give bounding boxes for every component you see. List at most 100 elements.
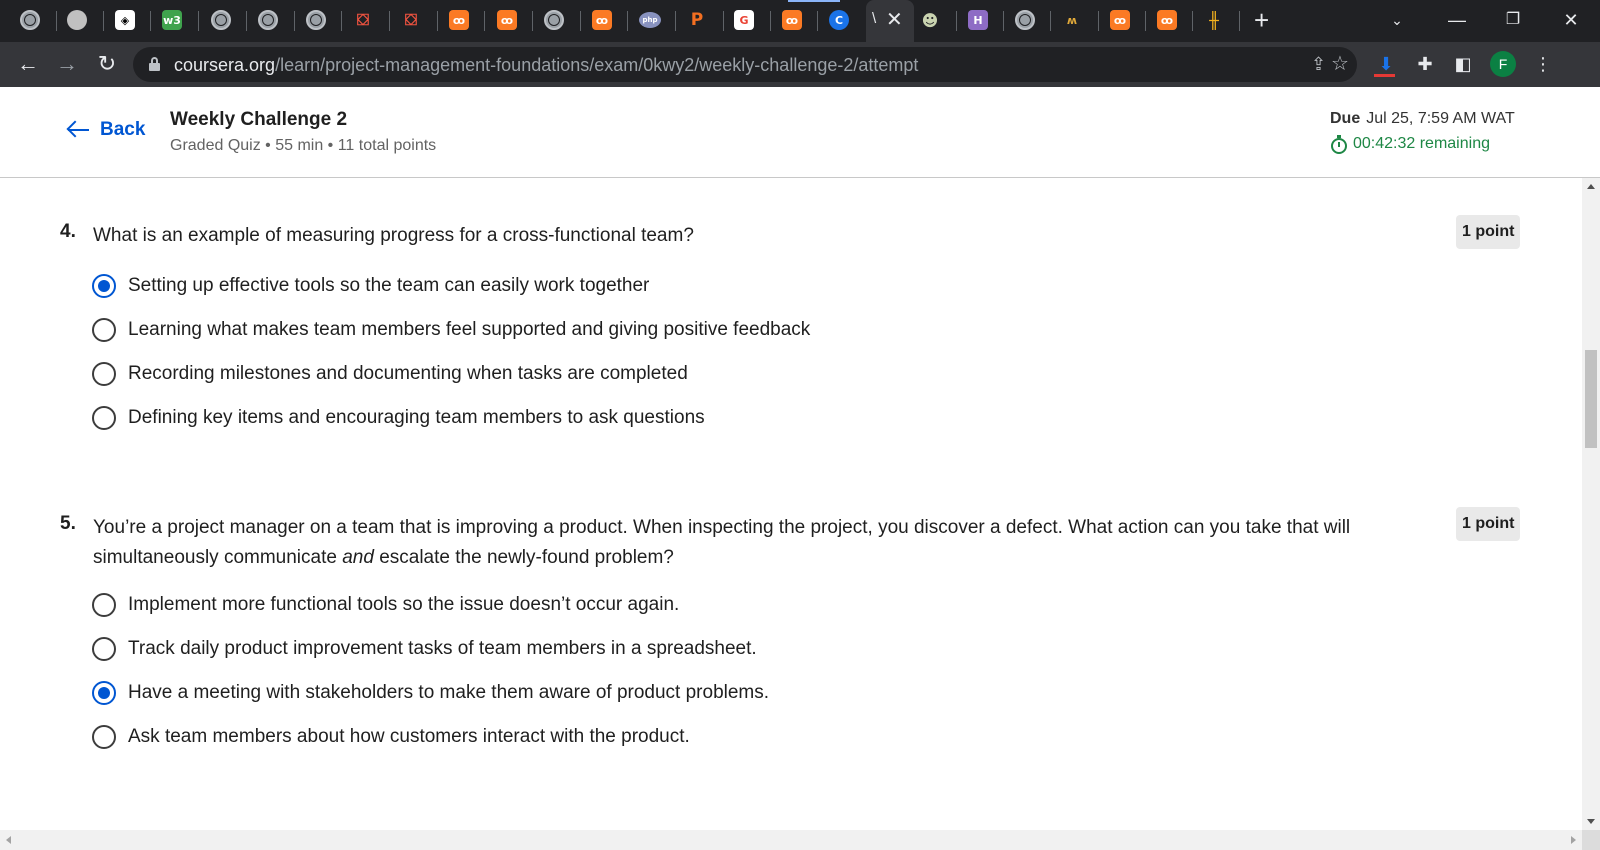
tab-globe-3[interactable]: [255, 7, 281, 33]
tab-globe-4[interactable]: [303, 7, 329, 33]
points-badge: 1 point: [1456, 507, 1521, 541]
tab-search-chevron-icon[interactable]: ⌄: [1382, 6, 1412, 34]
profile-avatar[interactable]: F: [1490, 51, 1516, 77]
google-icon: G: [734, 10, 754, 30]
tab-laravel-2[interactable]: ⛋: [398, 7, 424, 33]
tab-google[interactable]: G: [731, 7, 757, 33]
tab-globe[interactable]: [17, 7, 43, 33]
active-tab-label: \: [872, 10, 877, 27]
radio-button[interactable]: [92, 362, 116, 386]
tab-xampp-3[interactable]: ꝏ: [589, 7, 615, 33]
radio-button[interactable]: [92, 637, 116, 661]
tab-w3schools[interactable]: w3: [159, 7, 185, 33]
question-text: You’re a project manager on a team that …: [93, 517, 1351, 568]
tab-moon[interactable]: [64, 7, 90, 33]
address-bar[interactable]: coursera.org/learn/project-management-fo…: [133, 47, 1357, 82]
bookmark-star-icon[interactable]: ☆: [1331, 53, 1349, 75]
forward-arrow-icon[interactable]: →: [53, 51, 81, 77]
arrow-left-icon: [66, 118, 90, 142]
globe-icon: [258, 10, 278, 30]
back-button[interactable]: Back: [66, 118, 145, 142]
php-icon: php: [639, 12, 661, 28]
answer-option[interactable]: Defining key items and encouraging team …: [92, 406, 705, 430]
extensions-puzzle-icon[interactable]: ✚: [1412, 52, 1438, 76]
radio-button[interactable]: [92, 406, 116, 430]
radio-button[interactable]: [92, 681, 116, 705]
tab-chart[interactable]: ╫: [1201, 7, 1227, 33]
xampp-icon: ꝏ: [1110, 10, 1130, 30]
coursera-icon: C: [829, 10, 849, 30]
quiz-header: Back Weekly Challenge 2 Graded Quiz • 55…: [0, 87, 1600, 178]
radio-button[interactable]: [92, 725, 116, 749]
scroll-right-icon[interactable]: [1571, 836, 1576, 844]
tab-loading-indicator: [788, 0, 840, 2]
xampp-icon: ꝏ: [592, 10, 612, 30]
laravel-icon: ⛋: [356, 10, 370, 29]
question-number: 5.: [60, 513, 76, 534]
tab-xampp-4[interactable]: ꝏ: [779, 7, 805, 33]
tab-nodeapp[interactable]: ʍ: [1059, 7, 1085, 33]
answer-option[interactable]: Recording milestones and documenting whe…: [92, 362, 688, 386]
robot-icon: ☻: [921, 10, 939, 30]
tab-codepen[interactable]: ◈: [112, 7, 138, 33]
answer-option[interactable]: Learning what makes team members feel su…: [92, 318, 810, 342]
tab-xampp-2[interactable]: ꝏ: [494, 7, 520, 33]
tab-laravel[interactable]: ⛋: [350, 7, 376, 33]
answer-option[interactable]: Track daily product improvement tasks of…: [92, 637, 757, 661]
option-label: Have a meeting with stakeholders to make…: [128, 682, 770, 703]
scrollbar-thumb[interactable]: [1585, 350, 1597, 448]
horizontal-scrollbar[interactable]: [0, 830, 1582, 850]
globe-icon: [20, 10, 40, 30]
xampp-icon: ꝏ: [1157, 10, 1177, 30]
due-label: Due: [1330, 110, 1361, 127]
url-text[interactable]: coursera.org/learn/project-management-fo…: [174, 55, 918, 76]
radio-button[interactable]: [92, 593, 116, 617]
tab-xampp[interactable]: ꝏ: [446, 7, 472, 33]
tab-globe-6[interactable]: [1012, 7, 1038, 33]
nodeapp-icon: ʍ: [1066, 13, 1078, 27]
minimize-icon[interactable]: —: [1442, 6, 1472, 34]
share-icon[interactable]: ⇪: [1311, 53, 1326, 75]
radio-button[interactable]: [92, 318, 116, 342]
tab-globe-2[interactable]: [208, 7, 234, 33]
tab-globe-5[interactable]: [541, 7, 567, 33]
lock-icon[interactable]: [149, 57, 160, 71]
scroll-left-icon[interactable]: [6, 836, 11, 844]
question-number: 4.: [60, 221, 76, 242]
scroll-up-icon[interactable]: [1587, 184, 1595, 189]
answer-option[interactable]: Have a meeting with stakeholders to make…: [92, 681, 769, 705]
points-badge: 1 point: [1456, 215, 1521, 249]
tab-p[interactable]: P: [684, 7, 710, 33]
answer-option[interactable]: Ask team members about how customers int…: [92, 725, 690, 749]
restore-icon[interactable]: ❐: [1498, 6, 1528, 34]
side-panel-icon[interactable]: ◧: [1450, 52, 1476, 76]
download-icon[interactable]: ⬇: [1373, 52, 1399, 76]
close-tab-icon[interactable]: ✕: [886, 9, 903, 31]
reload-icon[interactable]: ↻: [93, 51, 121, 77]
tab-heroku[interactable]: H: [965, 7, 991, 33]
back-arrow-icon[interactable]: ←: [14, 51, 42, 77]
option-label: Defining key items and encouraging team …: [128, 407, 705, 428]
scroll-down-icon[interactable]: [1587, 819, 1595, 824]
option-label: Implement more functional tools so the i…: [128, 594, 680, 615]
menu-kebab-icon[interactable]: ⋮: [1530, 52, 1556, 76]
globe-icon: [1015, 10, 1035, 30]
tab-coursera[interactable]: C: [826, 7, 852, 33]
tab-xampp-5[interactable]: ꝏ: [1107, 7, 1133, 33]
radio-button[interactable]: [92, 274, 116, 298]
w3schools-icon: w3: [162, 10, 182, 30]
answer-option[interactable]: Implement more functional tools so the i…: [92, 593, 679, 617]
option-label: Learning what makes team members feel su…: [128, 319, 811, 340]
vertical-scrollbar[interactable]: [1582, 178, 1600, 830]
question-text: What is an example of measuring progress…: [93, 225, 694, 246]
new-tab-plus-icon[interactable]: +: [1254, 6, 1269, 34]
laravel-icon: ⛋: [404, 10, 418, 29]
scrollbar-corner: [1582, 830, 1600, 850]
heroku-icon: H: [968, 10, 988, 30]
close-window-icon[interactable]: ✕: [1556, 6, 1586, 34]
tab-xampp-6[interactable]: ꝏ: [1154, 7, 1180, 33]
tab-robot[interactable]: ☻: [917, 7, 943, 33]
tab-php[interactable]: php: [637, 7, 663, 33]
page-title: Weekly Challenge 2: [170, 109, 348, 130]
answer-option[interactable]: Setting up effective tools so the team c…: [92, 274, 649, 298]
